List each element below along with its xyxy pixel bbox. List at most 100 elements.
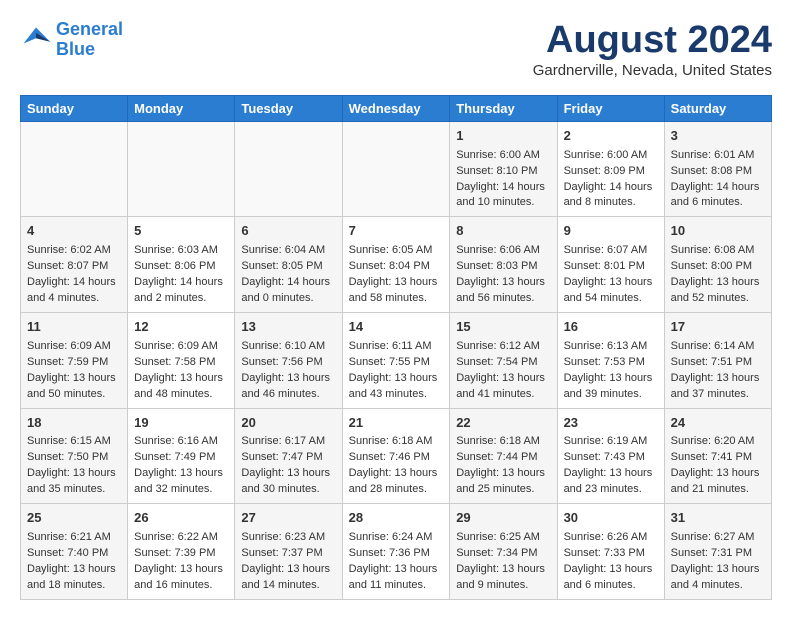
sunset-text: Sunset: 7:31 PM bbox=[671, 547, 752, 559]
sunset-text: Sunset: 7:56 PM bbox=[241, 356, 322, 368]
sunset-text: Sunset: 7:55 PM bbox=[349, 356, 430, 368]
sunrise-text: Sunrise: 6:17 AM bbox=[241, 435, 325, 447]
day-number: 17 bbox=[671, 318, 765, 337]
logo: GeneralBlue bbox=[20, 20, 123, 60]
daylight-text: Daylight: 13 hours and 41 minutes. bbox=[456, 372, 545, 400]
sunset-text: Sunset: 7:47 PM bbox=[241, 451, 322, 463]
day-number: 12 bbox=[134, 318, 228, 337]
sunrise-text: Sunrise: 6:15 AM bbox=[27, 435, 111, 447]
weekday-header-saturday: Saturday bbox=[664, 95, 771, 121]
daylight-text: Daylight: 13 hours and 11 minutes. bbox=[349, 563, 438, 591]
day-number: 1 bbox=[456, 127, 550, 146]
daylight-text: Daylight: 13 hours and 25 minutes. bbox=[456, 467, 545, 495]
logo-icon bbox=[20, 24, 52, 56]
day-number: 30 bbox=[564, 509, 658, 528]
sunset-text: Sunset: 7:51 PM bbox=[671, 356, 752, 368]
calendar-cell: 20Sunrise: 6:17 AMSunset: 7:47 PMDayligh… bbox=[235, 408, 342, 504]
calendar-cell: 29Sunrise: 6:25 AMSunset: 7:34 PMDayligh… bbox=[450, 504, 557, 600]
sunrise-text: Sunrise: 6:21 AM bbox=[27, 531, 111, 543]
daylight-text: Daylight: 13 hours and 6 minutes. bbox=[564, 563, 653, 591]
sunrise-text: Sunrise: 6:18 AM bbox=[349, 435, 433, 447]
daylight-text: Daylight: 13 hours and 14 minutes. bbox=[241, 563, 330, 591]
calendar-cell: 2Sunrise: 6:00 AMSunset: 8:09 PMDaylight… bbox=[557, 121, 664, 217]
day-number: 25 bbox=[27, 509, 121, 528]
day-number: 15 bbox=[456, 318, 550, 337]
sunset-text: Sunset: 7:54 PM bbox=[456, 356, 537, 368]
calendar-table: SundayMondayTuesdayWednesdayThursdayFrid… bbox=[20, 95, 772, 600]
sunrise-text: Sunrise: 6:10 AM bbox=[241, 340, 325, 352]
calendar-cell: 21Sunrise: 6:18 AMSunset: 7:46 PMDayligh… bbox=[342, 408, 450, 504]
sunrise-text: Sunrise: 6:11 AM bbox=[349, 340, 432, 352]
daylight-text: Daylight: 13 hours and 16 minutes. bbox=[134, 563, 223, 591]
daylight-text: Daylight: 13 hours and 35 minutes. bbox=[27, 467, 116, 495]
sunset-text: Sunset: 7:37 PM bbox=[241, 547, 322, 559]
sunset-text: Sunset: 7:40 PM bbox=[27, 547, 108, 559]
day-number: 24 bbox=[671, 414, 765, 433]
calendar-week-3: 11Sunrise: 6:09 AMSunset: 7:59 PMDayligh… bbox=[21, 312, 772, 408]
day-number: 11 bbox=[27, 318, 121, 337]
daylight-text: Daylight: 13 hours and 46 minutes. bbox=[241, 372, 330, 400]
page-header: GeneralBlue August 2024 Gardnerville, Ne… bbox=[20, 20, 772, 79]
sunrise-text: Sunrise: 6:01 AM bbox=[671, 149, 755, 161]
calendar-cell: 8Sunrise: 6:06 AMSunset: 8:03 PMDaylight… bbox=[450, 217, 557, 313]
sunrise-text: Sunrise: 6:26 AM bbox=[564, 531, 648, 543]
daylight-text: Daylight: 13 hours and 56 minutes. bbox=[456, 276, 545, 304]
calendar-cell bbox=[128, 121, 235, 217]
day-number: 6 bbox=[241, 222, 335, 241]
sunrise-text: Sunrise: 6:09 AM bbox=[134, 340, 218, 352]
day-number: 19 bbox=[134, 414, 228, 433]
calendar-cell bbox=[342, 121, 450, 217]
daylight-text: Daylight: 13 hours and 39 minutes. bbox=[564, 372, 653, 400]
sunset-text: Sunset: 7:34 PM bbox=[456, 547, 537, 559]
sunrise-text: Sunrise: 6:13 AM bbox=[564, 340, 648, 352]
calendar-cell: 12Sunrise: 6:09 AMSunset: 7:58 PMDayligh… bbox=[128, 312, 235, 408]
day-number: 4 bbox=[27, 222, 121, 241]
daylight-text: Daylight: 13 hours and 50 minutes. bbox=[27, 372, 116, 400]
day-number: 18 bbox=[27, 414, 121, 433]
sunrise-text: Sunrise: 6:08 AM bbox=[671, 244, 755, 256]
daylight-text: Daylight: 13 hours and 48 minutes. bbox=[134, 372, 223, 400]
day-number: 2 bbox=[564, 127, 658, 146]
day-number: 14 bbox=[349, 318, 444, 337]
daylight-text: Daylight: 13 hours and 37 minutes. bbox=[671, 372, 760, 400]
calendar-cell: 11Sunrise: 6:09 AMSunset: 7:59 PMDayligh… bbox=[21, 312, 128, 408]
month-title: August 2024 bbox=[533, 20, 772, 62]
weekday-header-monday: Monday bbox=[128, 95, 235, 121]
day-number: 27 bbox=[241, 509, 335, 528]
title-block: August 2024 Gardnerville, Nevada, United… bbox=[533, 20, 772, 79]
sunset-text: Sunset: 7:49 PM bbox=[134, 451, 215, 463]
sunset-text: Sunset: 7:43 PM bbox=[564, 451, 645, 463]
calendar-cell: 15Sunrise: 6:12 AMSunset: 7:54 PMDayligh… bbox=[450, 312, 557, 408]
day-number: 10 bbox=[671, 222, 765, 241]
daylight-text: Daylight: 13 hours and 58 minutes. bbox=[349, 276, 438, 304]
location: Gardnerville, Nevada, United States bbox=[533, 62, 772, 79]
daylight-text: Daylight: 13 hours and 54 minutes. bbox=[564, 276, 653, 304]
weekday-header-wednesday: Wednesday bbox=[342, 95, 450, 121]
sunrise-text: Sunrise: 6:24 AM bbox=[349, 531, 433, 543]
sunset-text: Sunset: 8:07 PM bbox=[27, 260, 108, 272]
calendar-cell: 24Sunrise: 6:20 AMSunset: 7:41 PMDayligh… bbox=[664, 408, 771, 504]
sunset-text: Sunset: 8:05 PM bbox=[241, 260, 322, 272]
daylight-text: Daylight: 13 hours and 23 minutes. bbox=[564, 467, 653, 495]
sunrise-text: Sunrise: 6:05 AM bbox=[349, 244, 433, 256]
sunrise-text: Sunrise: 6:04 AM bbox=[241, 244, 325, 256]
sunrise-text: Sunrise: 6:07 AM bbox=[564, 244, 648, 256]
weekday-header-sunday: Sunday bbox=[21, 95, 128, 121]
day-number: 3 bbox=[671, 127, 765, 146]
weekday-header-thursday: Thursday bbox=[450, 95, 557, 121]
calendar-cell bbox=[235, 121, 342, 217]
sunrise-text: Sunrise: 6:00 AM bbox=[456, 149, 540, 161]
day-number: 21 bbox=[349, 414, 444, 433]
day-number: 23 bbox=[564, 414, 658, 433]
weekday-header-friday: Friday bbox=[557, 95, 664, 121]
calendar-cell: 22Sunrise: 6:18 AMSunset: 7:44 PMDayligh… bbox=[450, 408, 557, 504]
calendar-cell: 18Sunrise: 6:15 AMSunset: 7:50 PMDayligh… bbox=[21, 408, 128, 504]
calendar-week-2: 4Sunrise: 6:02 AMSunset: 8:07 PMDaylight… bbox=[21, 217, 772, 313]
calendar-cell: 9Sunrise: 6:07 AMSunset: 8:01 PMDaylight… bbox=[557, 217, 664, 313]
sunset-text: Sunset: 8:09 PM bbox=[564, 165, 645, 177]
logo-text: GeneralBlue bbox=[56, 20, 123, 60]
calendar-week-1: 1Sunrise: 6:00 AMSunset: 8:10 PMDaylight… bbox=[21, 121, 772, 217]
daylight-text: Daylight: 14 hours and 10 minutes. bbox=[456, 181, 545, 209]
day-number: 5 bbox=[134, 222, 228, 241]
calendar-week-4: 18Sunrise: 6:15 AMSunset: 7:50 PMDayligh… bbox=[21, 408, 772, 504]
